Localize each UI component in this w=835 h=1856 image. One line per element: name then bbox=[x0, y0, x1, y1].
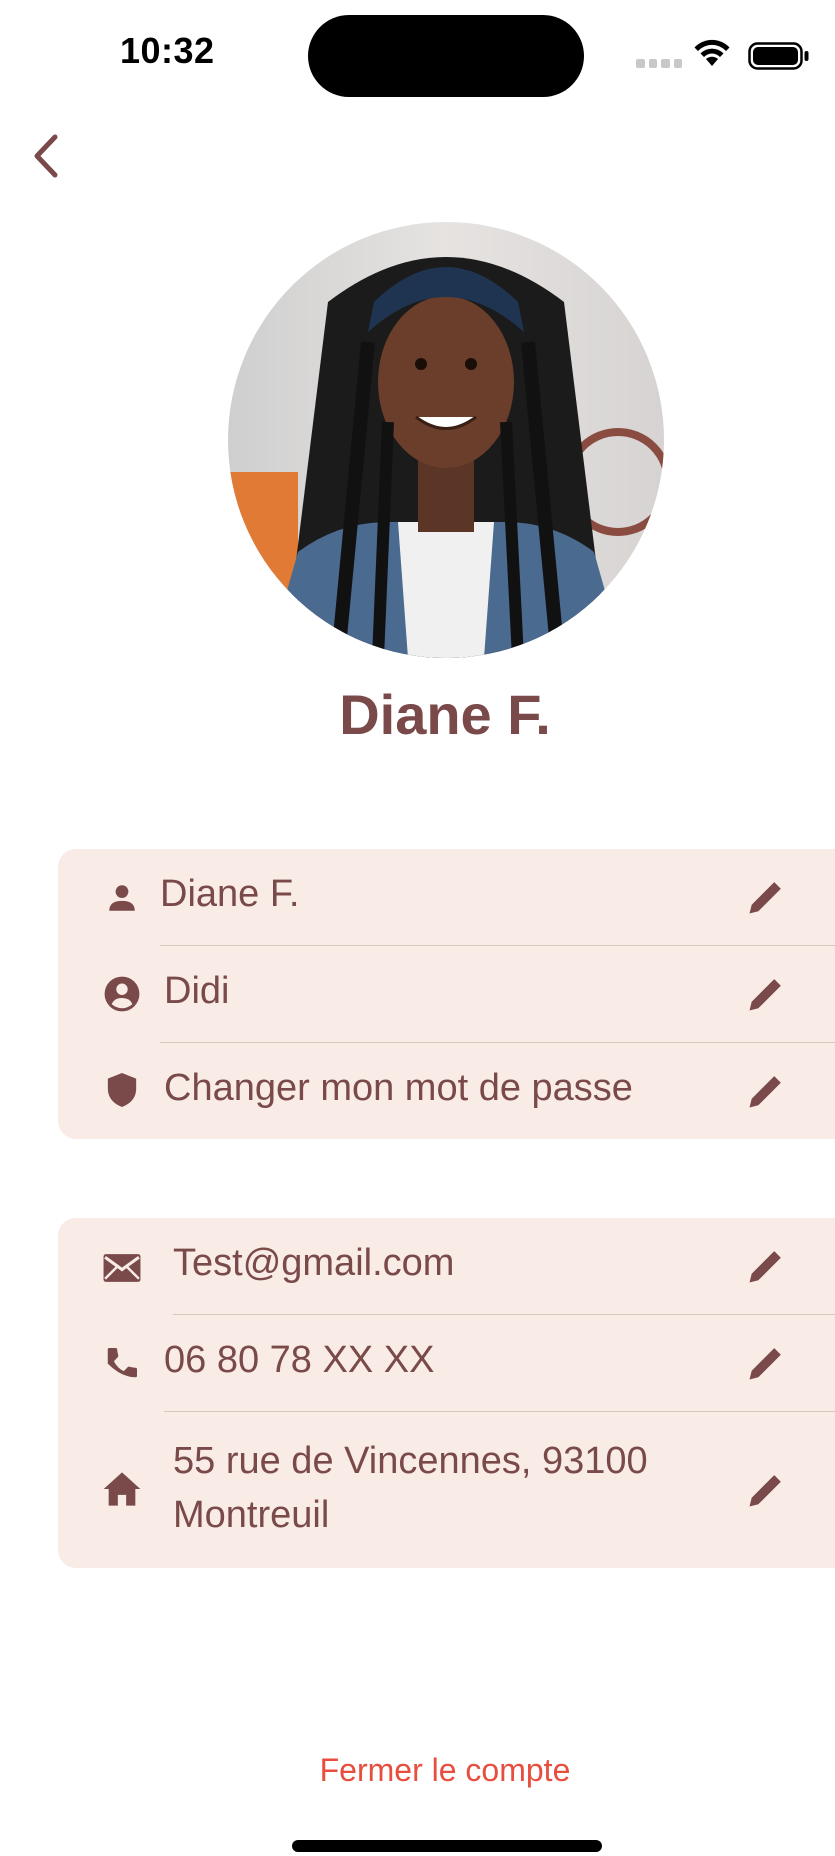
close-account-button[interactable]: Fermer le compte bbox=[0, 1752, 835, 1789]
avatar[interactable] bbox=[228, 222, 664, 658]
pencil-icon bbox=[749, 1251, 781, 1283]
chevron-left-icon bbox=[34, 134, 58, 178]
status-time: 10:32 bbox=[120, 30, 215, 71]
home-icon bbox=[102, 1470, 142, 1508]
profile-screen: 10:32 Diane F. Diane F. Didi Changer mon… bbox=[0, 0, 835, 1856]
profile-photo bbox=[228, 222, 664, 658]
edit-phone-button[interactable] bbox=[736, 1333, 796, 1393]
address-row[interactable]: 55 rue de Vincennes, 93100 Montreuil bbox=[58, 1412, 835, 1568]
edit-password-button[interactable] bbox=[736, 1061, 796, 1121]
name-value: Diane F. bbox=[160, 873, 300, 915]
address-value: 55 rue de Vincennes, 93100 Montreuil bbox=[173, 1440, 648, 1536]
nickname-value: Didi bbox=[164, 970, 230, 1012]
wifi-icon bbox=[694, 39, 730, 66]
phone-row[interactable]: 06 80 78 XX XX bbox=[58, 1315, 835, 1411]
cellular-signal-icon bbox=[636, 59, 682, 69]
phone-value: 06 80 78 XX XX bbox=[164, 1339, 435, 1381]
name-row[interactable]: Diane F. bbox=[58, 849, 835, 945]
battery-icon bbox=[748, 42, 809, 70]
pencil-icon bbox=[749, 1348, 781, 1380]
mail-icon bbox=[102, 1252, 142, 1284]
pencil-icon bbox=[749, 882, 781, 914]
pencil-icon bbox=[749, 1475, 781, 1507]
person-icon bbox=[102, 881, 142, 915]
pencil-icon bbox=[749, 979, 781, 1011]
home-indicator[interactable] bbox=[292, 1840, 602, 1852]
phone-icon bbox=[102, 1345, 142, 1381]
change-password-row[interactable]: Changer mon mot de passe bbox=[58, 1043, 835, 1139]
account-circle-icon bbox=[102, 975, 142, 1013]
shield-icon bbox=[102, 1071, 142, 1109]
edit-name-button[interactable] bbox=[736, 867, 796, 927]
account-details-card: Diane F. Didi Changer mon mot de passe bbox=[58, 849, 835, 1139]
change-password-label: Changer mon mot de passe bbox=[164, 1067, 633, 1109]
edit-address-button[interactable] bbox=[736, 1460, 796, 1520]
email-value: Test@gmail.com bbox=[173, 1242, 455, 1284]
edit-email-button[interactable] bbox=[736, 1236, 796, 1296]
dynamic-island bbox=[308, 15, 584, 97]
nickname-row[interactable]: Didi bbox=[58, 946, 835, 1042]
edit-nickname-button[interactable] bbox=[736, 964, 796, 1024]
contact-details-card: Test@gmail.com 06 80 78 XX XX 55 rue de … bbox=[58, 1218, 835, 1568]
email-row[interactable]: Test@gmail.com bbox=[58, 1218, 835, 1314]
profile-name: Diane F. bbox=[339, 683, 551, 746]
pencil-icon bbox=[749, 1076, 781, 1108]
back-button[interactable] bbox=[24, 128, 68, 184]
